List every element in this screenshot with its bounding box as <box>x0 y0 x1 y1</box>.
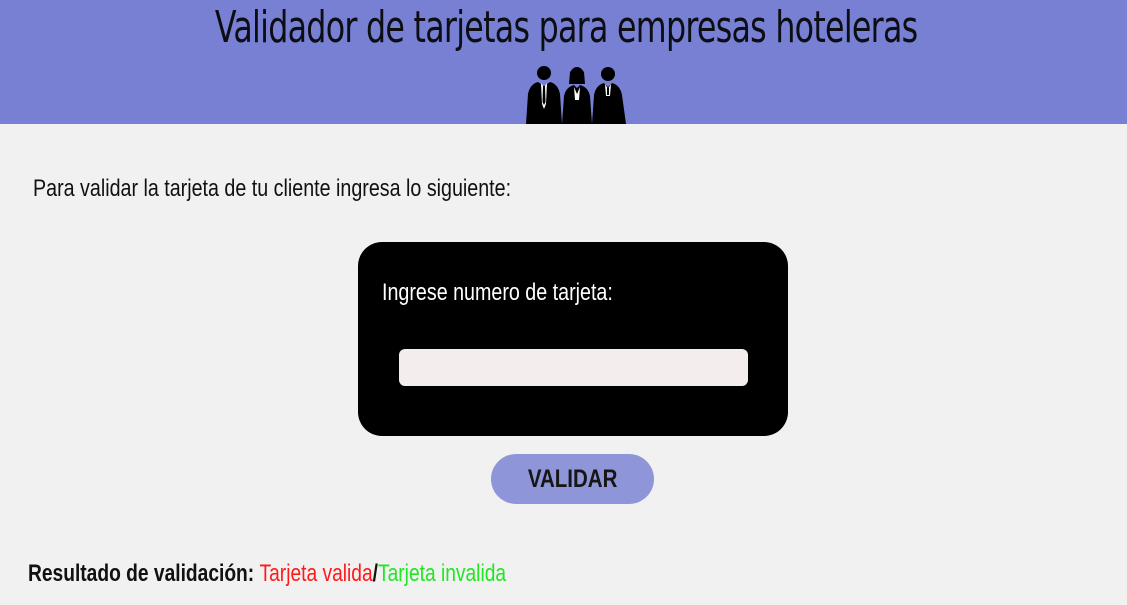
business-people-silhouette-icon <box>526 66 626 124</box>
result-invalid-text: Tarjeta invalida <box>378 560 507 587</box>
result-label: Resultado de validación: <box>28 560 255 587</box>
page-title: Validador de tarjetas para empresas hote… <box>214 2 918 53</box>
validation-result: Resultado de validación: Tarjeta valida/… <box>28 560 506 588</box>
card-number-input[interactable] <box>399 349 748 386</box>
result-valid-text: Tarjeta valida <box>259 560 373 587</box>
validate-button[interactable]: VALIDAR <box>491 454 654 504</box>
page-header: Validador de tarjetas para empresas hote… <box>0 0 1127 124</box>
card-number-label: Ingrese numero de tarjeta: <box>382 279 613 306</box>
card-form: Ingrese numero de tarjeta: <box>358 242 788 436</box>
intro-text: Para validar la tarjeta de tu cliente in… <box>33 175 512 202</box>
validate-button-label: VALIDAR <box>527 464 618 493</box>
